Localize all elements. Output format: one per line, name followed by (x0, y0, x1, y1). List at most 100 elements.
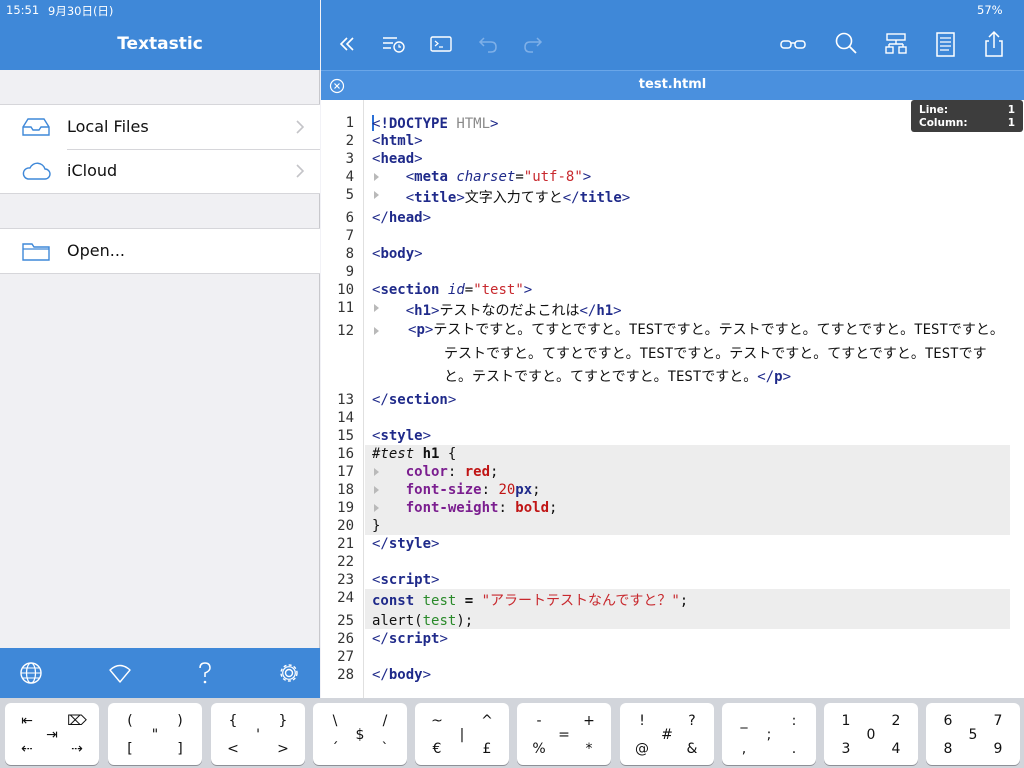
keyboard-key[interactable]: 6 7 5 8 9 (926, 703, 1020, 765)
open-label: Open... (67, 241, 125, 260)
search-icon[interactable] (832, 30, 860, 58)
status-date: 9月30日(日) (48, 4, 114, 18)
keyboard-key[interactable]: - + = % * (517, 703, 611, 765)
sidebar-header: 15:51 9月30日(日) Textastic (0, 0, 320, 70)
key-char: \ (332, 713, 338, 729)
help-icon[interactable] (193, 660, 217, 686)
line-number: 6 (345, 210, 354, 226)
key-char: ⇢ (71, 741, 83, 757)
terminal-icon[interactable] (427, 30, 455, 58)
key-char: - (536, 713, 542, 729)
fold-marker[interactable] (374, 327, 379, 335)
keyboard-key[interactable]: 1 2 0 3 4 (824, 703, 918, 765)
key-char: . (791, 741, 797, 757)
key-char: ⌦ (67, 713, 87, 729)
keyboard-key[interactable]: ⇤ ⌦ ⇥ ⇠ ⇢ (5, 703, 99, 765)
line-number: 10 (337, 282, 354, 298)
key-char: , (741, 741, 747, 757)
storage-list: Local Files iCloud (0, 104, 320, 194)
code-line: alert(test); (372, 613, 474, 629)
line-number: 9 (345, 264, 354, 280)
keyboard-key[interactable]: _ : ; , . (722, 703, 816, 765)
battery-percent: 57% (977, 3, 1003, 17)
key-char: £ (482, 741, 492, 757)
line-number: 21 (337, 536, 354, 552)
gear-icon[interactable] (277, 660, 301, 686)
key-char: | (459, 727, 465, 743)
collapse-icon[interactable] (333, 30, 361, 58)
keyboard-extension-bar: ⇤ ⌦ ⇥ ⇠ ⇢ ( ) " [ ] { } ' < > \ / $ ´ ` (0, 698, 1024, 768)
line-number: 24 (337, 590, 354, 606)
code-line: font-size: 20px; (405, 482, 541, 498)
code-line: <html> (372, 133, 423, 149)
keyboard-key[interactable]: { } ' < > (211, 703, 305, 765)
code-line: <body> (372, 246, 423, 262)
code-line: <!DOCTYPE HTML> (372, 115, 499, 132)
file-tab[interactable]: test.html (321, 70, 1024, 100)
column-value: 1 (1007, 117, 1015, 129)
key-char: 8 (943, 741, 953, 757)
key-char: ] (177, 741, 183, 757)
code-line: <section id="test"> (372, 282, 533, 298)
open-button[interactable]: Open... (0, 229, 320, 273)
line-number: 11 (337, 300, 354, 316)
keyboard-key[interactable]: ~ ^ | € £ (415, 703, 509, 765)
code-line: } (372, 518, 381, 534)
key-char: > (277, 741, 289, 757)
globe-icon[interactable] (19, 660, 43, 686)
code-editor[interactable]: 1 2 3 4 5 6 7 8 9 10 11 12 13 14 15 16 1… (321, 100, 1024, 698)
code-line: </style> (372, 536, 440, 552)
code-line: <title>文字入力てすと</title> (405, 190, 631, 206)
key-char: : (791, 713, 797, 729)
column-label: Column: (919, 117, 968, 129)
key-char: ) (177, 713, 183, 729)
key-char: " (151, 727, 159, 743)
key-char: ⇤ (21, 713, 33, 729)
key-char: < (227, 741, 239, 757)
keyboard-key[interactable]: ( ) " [ ] (108, 703, 202, 765)
preview-glasses-icon[interactable] (779, 30, 807, 58)
keyboard-key[interactable]: ! ? # @ & (620, 703, 714, 765)
code-line: </head> (372, 210, 432, 226)
document-icon[interactable] (931, 30, 959, 58)
key-char: ~ (431, 713, 443, 729)
line-number: 4 (345, 169, 354, 185)
line-number: 1 (345, 115, 354, 131)
key-char: / (382, 713, 388, 729)
key-char: } (278, 713, 288, 729)
line-number: 25 (337, 613, 354, 629)
chevron-right-icon (296, 164, 304, 178)
folder-icon (22, 243, 50, 261)
line-number: 8 (345, 246, 354, 262)
line-number: 18 (337, 482, 354, 498)
app-window: 15:51 9月30日(日) Textastic Local Files iCl… (0, 0, 1024, 768)
sidebar-item-local-files[interactable]: Local Files (0, 105, 320, 149)
keyboard-key[interactable]: \ / $ ´ ` (313, 703, 407, 765)
key-char: $ (355, 727, 365, 743)
sidebar-item-icloud[interactable]: iCloud (0, 149, 320, 193)
line-number: 14 (337, 410, 354, 426)
key-char: 4 (891, 741, 901, 757)
key-char: 1 (841, 713, 851, 729)
key-char: & (686, 741, 698, 757)
redo-icon[interactable] (519, 30, 547, 58)
key-char: ´ (331, 741, 339, 757)
key-char: = (558, 727, 570, 743)
line-gutter: 1 2 3 4 5 6 7 8 9 10 11 12 13 14 15 16 1… (321, 100, 364, 698)
key-char: ^ (481, 713, 493, 729)
line-label: Line: (919, 104, 949, 116)
line-number: 22 (337, 554, 354, 570)
inbox-tray-icon (22, 118, 50, 136)
wifi-icon[interactable] (108, 660, 132, 686)
line-number: 12 (337, 323, 354, 339)
key-char: ' (256, 727, 260, 743)
history-icon[interactable] (379, 30, 407, 58)
share-icon[interactable] (980, 30, 1008, 58)
undo-icon[interactable] (474, 30, 502, 58)
key-char: 3 (841, 741, 851, 757)
line-number: 2 (345, 133, 354, 149)
key-char: { (228, 713, 238, 729)
code-line: </script> (372, 631, 448, 647)
symbols-icon[interactable] (882, 30, 910, 58)
code-line: </section> (372, 392, 457, 408)
